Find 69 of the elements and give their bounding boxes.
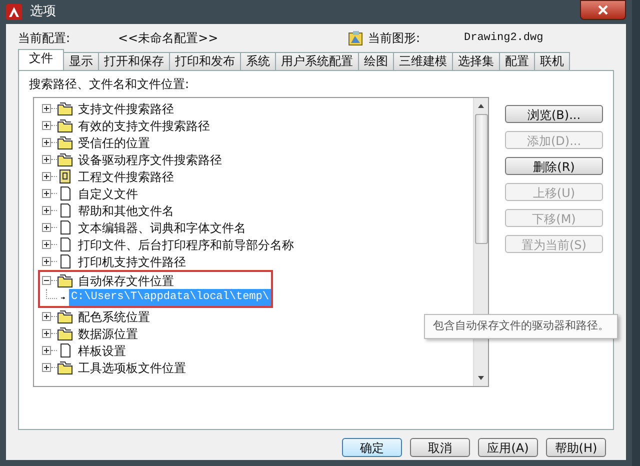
drawing-label: 当前图形: (368, 30, 422, 47)
tree-item-label[interactable]: 工程文件搜索路径 (78, 168, 174, 186)
tree-item-label[interactable]: 样板设置 (78, 342, 126, 360)
section-label: 搜索路径、文件名和文件位置: (29, 76, 190, 93)
tree-item-label[interactable]: 工具选项板文件位置 (78, 358, 186, 376)
tab[interactable]: 系统 (240, 52, 276, 70)
expand-icon[interactable] (42, 172, 51, 181)
tree-item-label[interactable]: 自定义文件 (78, 184, 138, 202)
book-icon (57, 169, 73, 184)
expand-icon[interactable] (42, 206, 51, 215)
drawing-icon (348, 30, 364, 46)
tree-item-label[interactable]: 帮助和其他文件名 (78, 202, 174, 220)
tab[interactable]: 打印和发布 (169, 52, 241, 70)
tree-item-label[interactable]: 打印文件、后台打印程序和前导部分名称 (78, 236, 294, 254)
app-logo-icon (6, 4, 22, 20)
folder-icon (57, 152, 73, 167)
expand-icon[interactable] (42, 363, 51, 372)
expand-icon[interactable] (42, 329, 51, 338)
expand-icon[interactable] (42, 312, 51, 321)
tree-item-label[interactable]: 文本编辑器、词典和字体文件名 (78, 218, 246, 236)
tree-item-label[interactable]: 数据源位置 (78, 324, 138, 342)
tree-item-label[interactable]: 配色系统位置 (78, 308, 150, 326)
expand-icon[interactable] (42, 104, 51, 113)
dialog-button[interactable]: 确定 (342, 438, 402, 457)
expand-icon[interactable] (42, 189, 51, 198)
tree-item-label[interactable]: 有效的支持文件搜索路径 (78, 116, 210, 134)
profile-label: 当前配置: (18, 30, 72, 47)
tab[interactable]: 显示 (63, 52, 99, 70)
tree-item-label[interactable]: 支持文件搜索路径 (78, 100, 174, 118)
tree-item-label[interactable]: 打印机支持文件路径 (78, 252, 186, 270)
close-icon (598, 5, 608, 15)
expand-icon[interactable] (42, 223, 51, 232)
tab[interactable]: 联机 (534, 52, 570, 70)
drawing-name: Drawing2.dwg (464, 30, 544, 46)
side-button[interactable]: 浏览(B)... (505, 105, 603, 123)
expand-icon[interactable] (42, 121, 51, 130)
folder-icon (57, 101, 73, 116)
tab[interactable]: 用户系统配置 (275, 52, 359, 70)
tab[interactable]: 三维建模 (393, 52, 453, 70)
tab[interactable]: 文件 (18, 49, 64, 70)
tab[interactable]: 选择集 (452, 52, 500, 70)
profile-name: <<未命名配置>> (118, 30, 220, 47)
tab[interactable]: 打开和保存 (98, 52, 170, 70)
scroll-down-icon[interactable] (477, 374, 485, 382)
tree-item-label[interactable]: 自动保存文件位置 (78, 272, 174, 290)
tree-item-label[interactable]: 设备驱动程序文件搜索路径 (78, 150, 222, 168)
expand-icon[interactable] (42, 155, 51, 164)
dialog-button[interactable]: 应用(A) (478, 438, 538, 457)
close-button[interactable] (580, 0, 626, 20)
expand-icon[interactable] (42, 138, 51, 147)
folder-icon (57, 360, 73, 375)
tree-item-label[interactable]: 受信任的位置 (78, 134, 150, 152)
window-title: 选项 (30, 3, 56, 22)
tooltip: 包含自动保存文件的驱动器和路径。 (424, 314, 618, 338)
dialog-button[interactable]: 帮助(H) (546, 438, 606, 457)
expand-icon[interactable] (42, 240, 51, 249)
expand-icon[interactable] (42, 257, 51, 266)
folder-icon (57, 326, 73, 341)
dialog-button[interactable]: 取消 (410, 438, 470, 457)
side-button[interactable]: 删除(R) (505, 157, 603, 175)
folder-icon (57, 118, 73, 133)
tab[interactable]: 绘图 (358, 52, 394, 70)
scroll-up-icon[interactable] (477, 102, 485, 110)
folder-icon (57, 309, 73, 324)
folder-icon (57, 273, 73, 288)
folder-icon (57, 135, 73, 150)
expand-icon[interactable] (42, 346, 51, 355)
collapse-icon[interactable] (42, 276, 51, 285)
tab[interactable]: 配置 (499, 52, 535, 70)
